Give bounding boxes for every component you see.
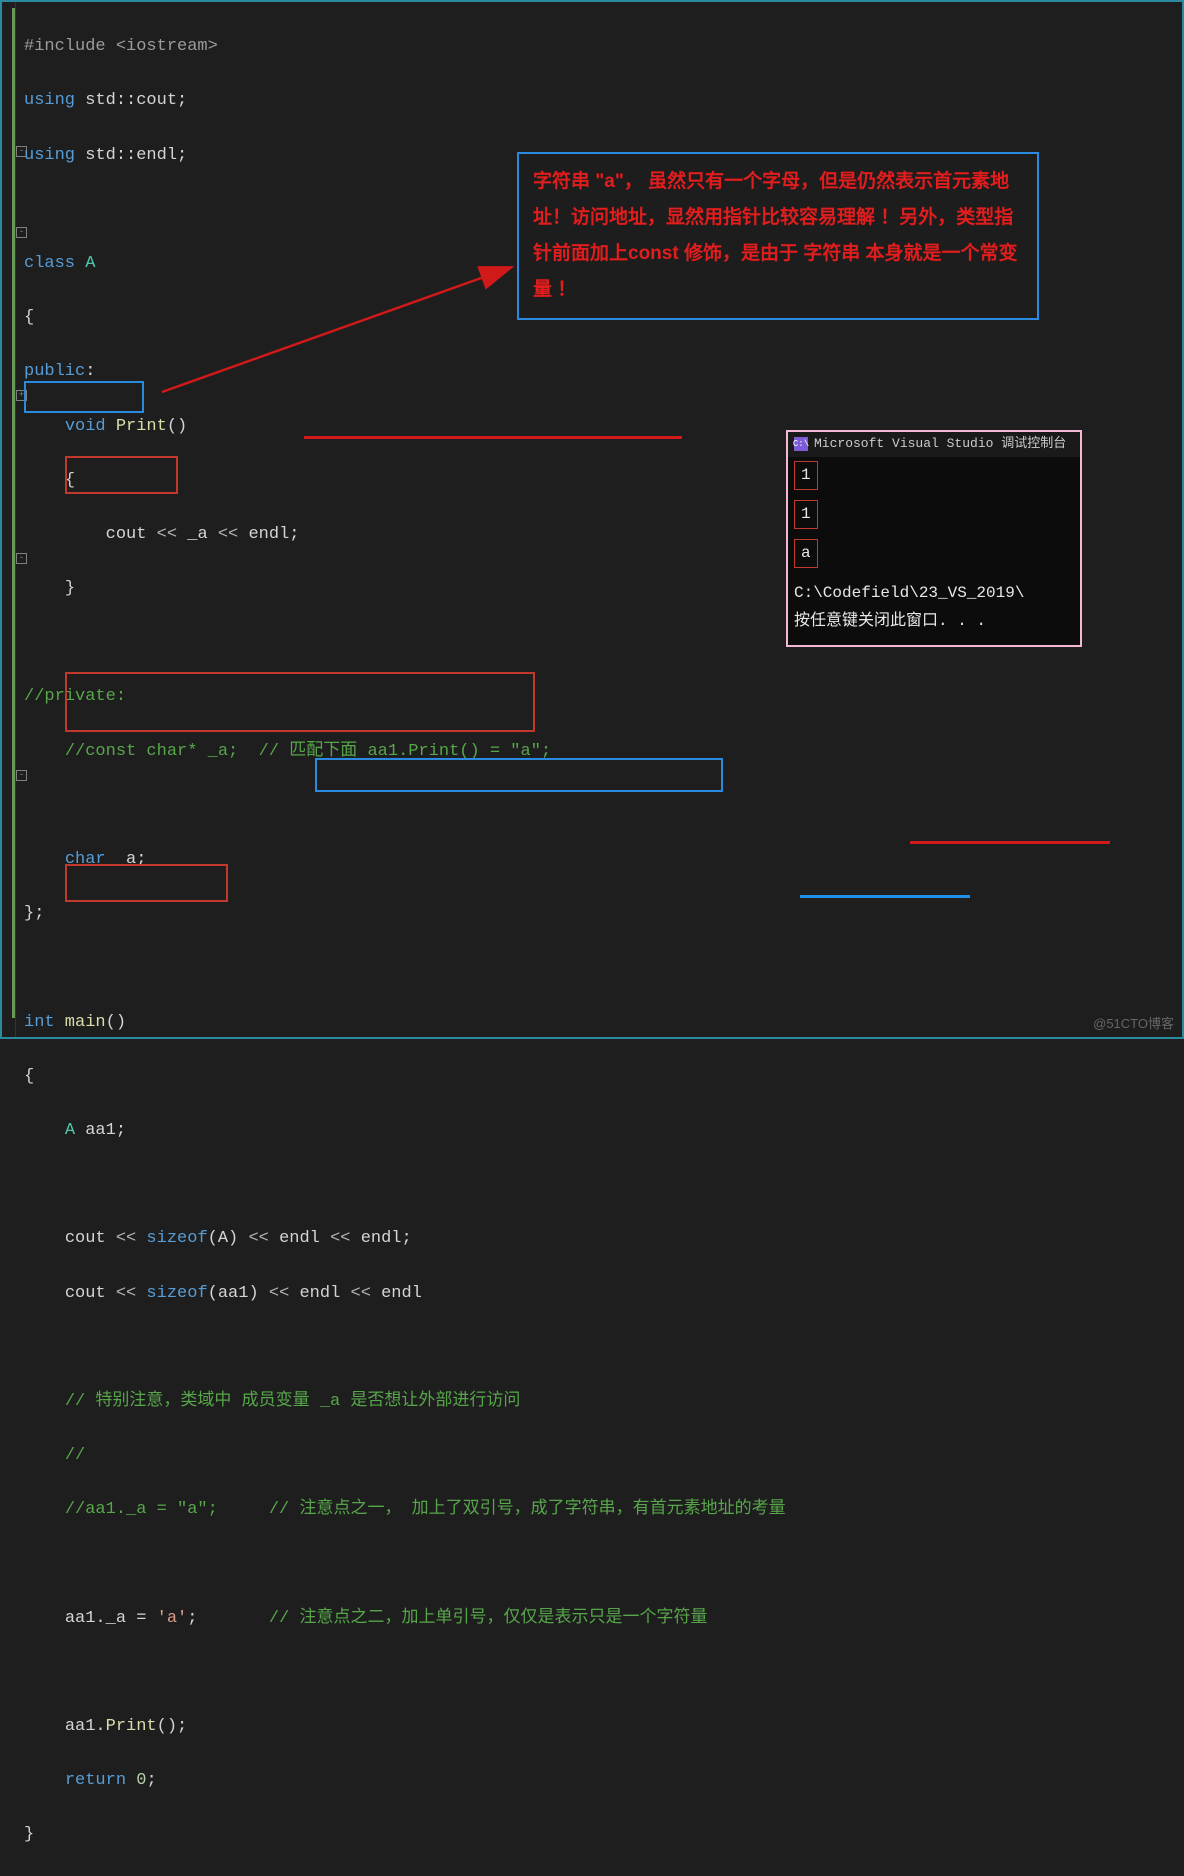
debug-console: C:\ Microsoft Visual Studio 调试控制台 1 1 a … (786, 430, 1082, 647)
vs-icon: C:\ (794, 437, 808, 451)
console-title-text: Microsoft Visual Studio 调试控制台 (814, 434, 1066, 455)
console-output: 1 1 a C:\Codefield\23_VS_2019\ 按任意键关闭此窗口… (788, 457, 1080, 645)
underline-match (304, 436, 682, 439)
console-titlebar: C:\ Microsoft Visual Studio 调试控制台 (788, 432, 1080, 457)
underline-char (800, 895, 970, 898)
underline-addr (910, 841, 1110, 844)
code-line: #include <iostream> (24, 37, 218, 56)
gutter (2, 2, 16, 1037)
annotation-box: 字符串 "a"， 虽然只有一个字母，但是仍然表示首元素地址！访问地址，显然用指针… (517, 152, 1039, 320)
watermark: @51CTO博客 (1093, 1014, 1174, 1035)
annotation-text: 字符串 "a"， 虽然只有一个字母，但是仍然表示首元素地址！访问地址，显然用指针… (533, 171, 1018, 300)
